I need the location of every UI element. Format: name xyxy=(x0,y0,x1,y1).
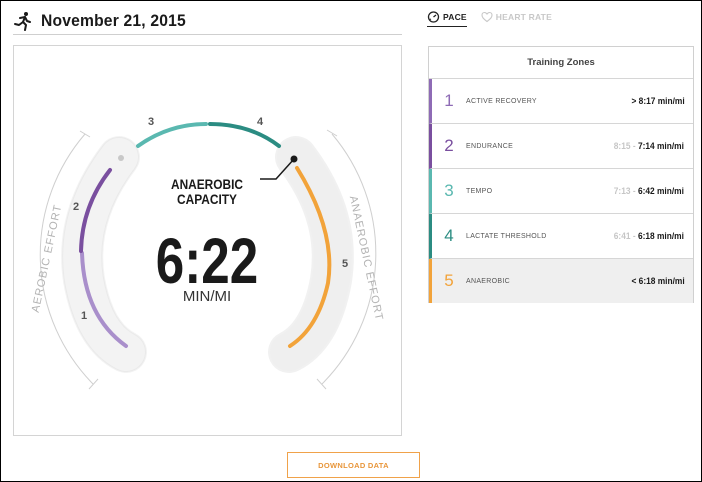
zone-range-separator: - xyxy=(633,185,636,197)
tab-heart-rate-label: HEART RATE xyxy=(495,12,552,22)
zone-name: ACTIVE RECOVERY xyxy=(466,97,537,105)
zone-range-to: 7:14 min/mi xyxy=(638,140,685,152)
page-header: November 21, 2015 xyxy=(13,7,402,35)
zone-pace-range: 7:13 - 6:42 min/mi xyxy=(614,186,693,197)
app-frame: November 21, 2015 PACE HEART RATE 1 2 3 … xyxy=(0,0,702,482)
metric-tabs: PACE HEART RATE xyxy=(427,10,552,27)
training-zones-title: Training Zones xyxy=(429,47,693,79)
aerobic-guide-top-tick xyxy=(79,130,91,138)
zone-number: 4 xyxy=(444,226,454,245)
stopwatch-icon xyxy=(427,11,440,23)
zone-range-separator: - xyxy=(633,230,636,242)
zone-1-number: 1 xyxy=(81,310,87,322)
zone-4-number: 4 xyxy=(257,116,264,128)
anaerobic-guide-top-tick xyxy=(326,129,338,137)
zone-row-1[interactable]: 1 ACTIVE RECOVERY > 8:17 min/mi xyxy=(429,79,693,124)
current-pace-unit: MIN/MI xyxy=(183,288,231,305)
aerobic-track-endpoint xyxy=(118,155,124,161)
zone-pace-range: < 6:18 min/mi xyxy=(631,276,693,287)
zone-range-to: 6:18 min/mi xyxy=(638,230,685,242)
zone-name: ANAEROBIC xyxy=(466,277,510,285)
zone-range-comparator: < xyxy=(630,275,636,287)
aerobic-guide-bottom-tick xyxy=(88,378,99,390)
zone-number: 2 xyxy=(444,136,454,155)
zone-3-number: 3 xyxy=(148,116,154,128)
anaerobic-guide-bottom-tick xyxy=(316,378,327,390)
zone-pace-range: > 8:17 min/mi xyxy=(631,96,693,107)
zone-range-from: 7:13 xyxy=(614,185,631,197)
zone-4-arc xyxy=(208,122,281,148)
zone-range-comparator: > xyxy=(630,95,636,107)
zone-name: TEMPO xyxy=(466,187,493,195)
zone-row-4[interactable]: 4 LACTATE THRESHOLD 6:41 - 6:18 min/mi xyxy=(429,214,693,259)
zone-row-3[interactable]: 3 TEMPO 7:13 - 6:42 min/mi xyxy=(429,169,693,214)
zone-range-from: 8:15 xyxy=(614,140,631,152)
zone-name: ENDURANCE xyxy=(466,142,514,150)
tab-pace-label: PACE xyxy=(443,11,467,22)
current-zone-label-line2: CAPACITY xyxy=(177,191,237,207)
zone-name: LACTATE THRESHOLD xyxy=(466,232,547,240)
zone-2-number: 2 xyxy=(73,201,79,213)
training-zones-list: 1 ACTIVE RECOVERY > 8:17 min/mi 2 ENDURANCE 8… xyxy=(429,79,693,303)
tab-heart-rate[interactable]: HEART RATE xyxy=(481,10,552,27)
training-zones-panel: Training Zones 1 ACTIVE RECOVERY > 8:17 mi… xyxy=(428,46,694,303)
zone-number: 3 xyxy=(444,181,454,200)
current-pace-value: 6:22 xyxy=(156,227,258,298)
runner-icon xyxy=(14,11,31,31)
zone-number: 1 xyxy=(444,91,454,110)
zone-row-5[interactable]: 5 ANAEROBIC < 6:18 min/mi xyxy=(429,259,693,303)
heart-icon xyxy=(481,11,493,23)
zone-range-to: 6:18 min/mi xyxy=(638,275,685,287)
aerobic-effort-label: AEROBIC EFFORT xyxy=(30,203,65,313)
page-title: November 21, 2015 xyxy=(41,10,186,30)
zone-range-separator: - xyxy=(633,140,636,152)
zone-5-number: 5 xyxy=(342,258,348,270)
pace-gauge-panel: 1 2 3 4 5 AEROBIC EFFORT ANAEROBIC EFFOR… xyxy=(13,45,402,436)
zone-range-to: 6:42 min/mi xyxy=(638,185,685,197)
zone-row-2[interactable]: 2 ENDURANCE 8:15 - 7:14 min/mi xyxy=(429,124,693,169)
current-zone-label-line1: ANAEROBIC xyxy=(171,176,244,192)
zone-pace-range: 8:15 - 7:14 min/mi xyxy=(614,141,693,152)
zone-number: 5 xyxy=(444,271,454,290)
zone-pace-range: 6:41 - 6:18 min/mi xyxy=(614,231,693,242)
download-data-button[interactable]: DOWNLOAD DATA xyxy=(287,452,420,478)
zone-range-from: 6:41 xyxy=(614,230,631,242)
pace-gauge: 1 2 3 4 5 AEROBIC EFFORT ANAEROBIC EFFOR… xyxy=(30,116,385,390)
tab-pace[interactable]: PACE xyxy=(427,10,467,27)
zone-range-to: 8:17 min/mi xyxy=(638,95,685,107)
